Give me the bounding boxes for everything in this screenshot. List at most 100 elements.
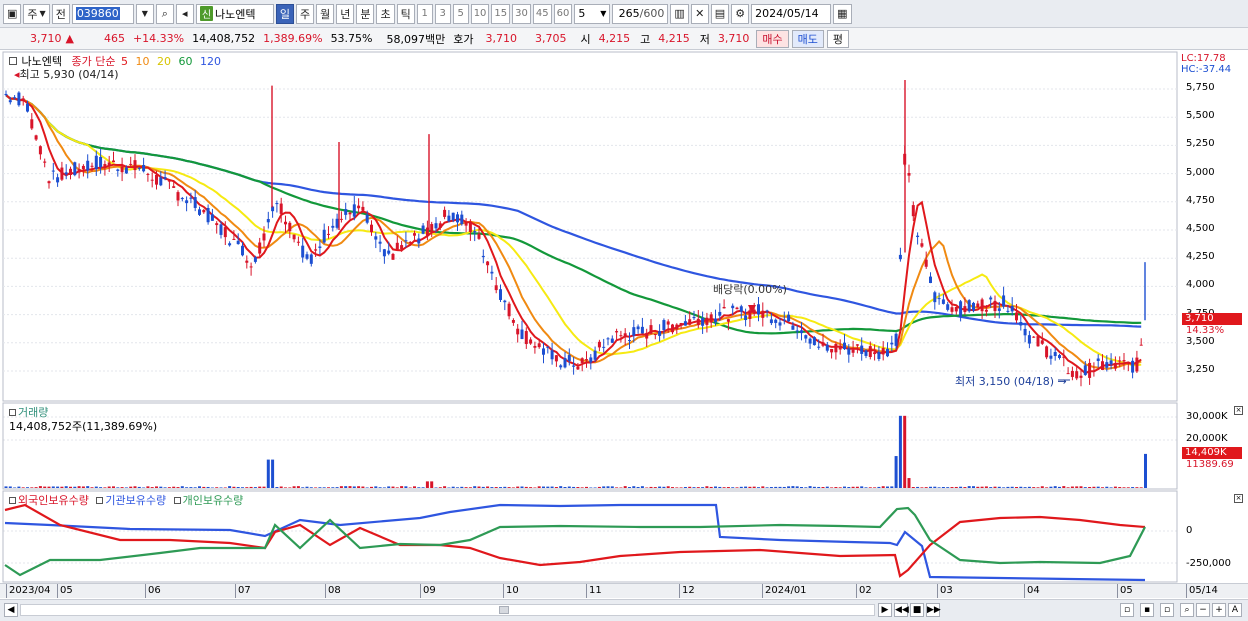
volume-bar xyxy=(1045,487,1049,488)
arrow-left-icon: ◀ xyxy=(7,605,15,615)
candle-body xyxy=(395,242,399,250)
scrollbar-track[interactable] xyxy=(20,604,875,616)
candle-body xyxy=(451,212,455,221)
candle-body xyxy=(103,164,107,168)
buy-button[interactable]: 매수 xyxy=(756,29,789,48)
volume-bar xyxy=(916,486,920,488)
interval-label: 60 xyxy=(556,8,570,19)
save-button[interactable]: ▤ xyxy=(710,3,730,24)
volume-bar xyxy=(322,487,326,488)
fast-forward-button[interactable]: ▶▶ xyxy=(926,603,941,617)
scrollbar-thumb[interactable] xyxy=(499,606,509,614)
candle-body xyxy=(821,342,825,346)
tab-period-week[interactable]: 주 xyxy=(295,3,315,24)
sound-button[interactable]: ◂ xyxy=(175,3,194,24)
sell-button[interactable]: 매도 xyxy=(791,29,824,48)
candle-body xyxy=(490,271,494,274)
candle-body xyxy=(572,365,576,367)
zoom-out-button[interactable]: − xyxy=(1196,603,1210,617)
tab-label: 틱 xyxy=(400,7,411,21)
volume-bar xyxy=(554,487,558,488)
candle-body xyxy=(1058,355,1061,359)
volume-panel-close-icon[interactable]: × xyxy=(1234,406,1243,415)
interval-10[interactable]: 10 xyxy=(470,3,490,24)
count-input[interactable]: 265/600 xyxy=(612,3,669,24)
tab-period-month[interactable]: 월 xyxy=(316,3,335,24)
zoom-in-button[interactable]: + xyxy=(1212,603,1226,617)
tool-button[interactable]: ▫ xyxy=(1160,603,1174,617)
current-pct-label: 14.33% xyxy=(1186,325,1225,336)
current-price: 3,710 xyxy=(30,32,62,45)
volume-bar xyxy=(30,487,34,488)
candle-body xyxy=(757,304,760,315)
auto-button[interactable]: A xyxy=(1228,603,1242,617)
volume-bar xyxy=(778,486,782,488)
prev-button[interactable]: 전 xyxy=(51,3,70,24)
candle-body xyxy=(327,233,330,235)
eval-button[interactable]: 평 xyxy=(826,29,849,48)
period-select[interactable]: 주 ▼ xyxy=(23,3,50,24)
crosshair-button[interactable]: ✕ xyxy=(690,3,709,24)
candle-body xyxy=(825,344,829,351)
date-input[interactable]: 2024/05/14 xyxy=(751,3,832,24)
candle-body xyxy=(1079,375,1083,378)
tab-period-day[interactable]: 일 xyxy=(275,3,294,24)
tab-label: 분 xyxy=(360,7,371,21)
holding-panel-close-icon[interactable]: × xyxy=(1234,494,1243,503)
stock-name-field[interactable]: 신 나노엔텍 xyxy=(195,3,274,24)
candle-body xyxy=(1135,357,1139,372)
search-button[interactable]: ⌕ xyxy=(155,3,174,24)
candle-body xyxy=(632,327,636,336)
tab-period-minute[interactable]: 분 xyxy=(356,3,375,24)
interval-3[interactable]: 3 xyxy=(434,3,451,24)
candle-body xyxy=(352,204,356,217)
tab-period-tick[interactable]: 틱 xyxy=(396,3,415,24)
interval-30[interactable]: 30 xyxy=(512,3,531,24)
window-icon[interactable]: ▣ xyxy=(3,3,22,24)
volume-bar xyxy=(417,487,421,488)
interval-15[interactable]: 15 xyxy=(491,3,511,24)
play-button[interactable]: ▶ xyxy=(878,603,892,617)
interval-45[interactable]: 45 xyxy=(532,3,552,24)
volume-bar xyxy=(894,456,898,488)
volume-bar xyxy=(124,487,128,488)
candle-body xyxy=(172,186,176,188)
candle-body xyxy=(344,209,348,215)
candle-body xyxy=(408,241,412,243)
candle-body xyxy=(868,346,872,358)
settings-button[interactable]: ⚙ xyxy=(731,3,750,24)
holding-line xyxy=(4,506,1146,577)
lc-label: LC:17.78 xyxy=(1181,53,1226,64)
candles-icon: ▥ xyxy=(674,7,685,20)
volume-bar xyxy=(1010,486,1014,488)
candle-body xyxy=(361,206,365,211)
volume-bar xyxy=(1079,486,1083,488)
scroll-left-button[interactable]: ◀ xyxy=(4,603,18,617)
stop-button[interactable]: ■ xyxy=(910,603,924,617)
calendar-button[interactable]: ▦ xyxy=(833,3,852,24)
candle-body xyxy=(559,365,563,368)
candle-body xyxy=(301,245,305,258)
volume-bar xyxy=(167,487,171,488)
tab-period-year[interactable]: 년 xyxy=(336,3,355,24)
candle-type-button[interactable]: ▥ xyxy=(670,3,689,24)
rewind-button[interactable]: ◀◀ xyxy=(894,603,909,617)
tool-button[interactable]: ▫ xyxy=(1120,603,1134,617)
tab-period-second[interactable]: 초 xyxy=(376,3,395,24)
zoom-search-button[interactable]: ⌕ xyxy=(1180,603,1194,617)
interval-1[interactable]: 1 xyxy=(416,3,433,24)
candle-body xyxy=(907,173,911,176)
stock-code-input[interactable]: 039860 xyxy=(71,3,134,24)
code-dropdown-button[interactable]: ▼ xyxy=(135,3,154,24)
volume-bar xyxy=(967,486,971,488)
interval-5[interactable]: 5 xyxy=(452,3,469,24)
volume-bar xyxy=(279,486,283,488)
tool-button[interactable]: ▪ xyxy=(1140,603,1154,617)
stock-chart[interactable] xyxy=(0,50,1248,599)
interval-input[interactable]: 5 ▼ xyxy=(574,3,611,24)
interval-60[interactable]: 60 xyxy=(553,3,573,24)
candle-body xyxy=(529,339,533,344)
candle-body xyxy=(873,352,877,355)
candle-body xyxy=(503,300,507,303)
volume-bar xyxy=(249,486,253,488)
